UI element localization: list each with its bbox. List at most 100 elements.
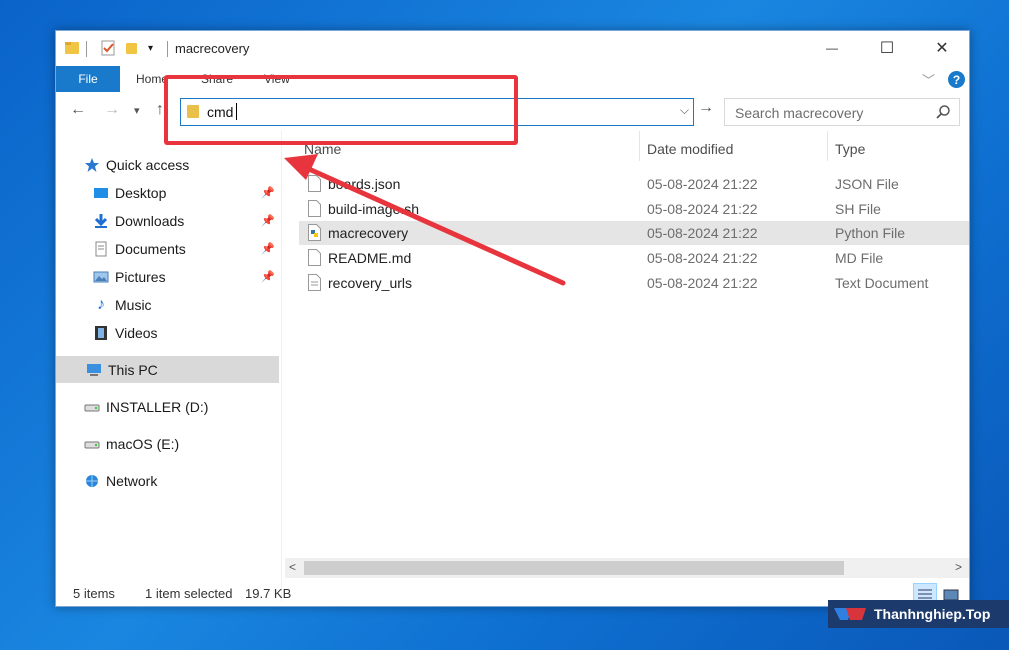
close-icon: ✕ [935,40,949,57]
sidebar-item-label: Quick access [106,157,190,173]
sidebar-item-label: Pictures [115,269,166,285]
up-arrow-icon[interactable]: ↑ [156,101,164,119]
sidebar-item-label: Music [115,297,152,313]
column-divider[interactable] [639,131,640,161]
customize-toolbar-icon[interactable]: ▾ [148,43,153,54]
file-date: 05-08-2024 21:22 [647,250,758,266]
maximize-button[interactable]: ☐ [864,31,910,65]
forward-arrow-icon[interactable]: → [104,101,120,119]
pictures-icon [93,269,109,285]
sidebar-item-music[interactable]: ♪ Music [93,293,152,317]
selection-count: 1 item selected [145,586,233,601]
sidebar-item-this-pc[interactable]: This PC [56,356,279,383]
sidebar-item-pictures[interactable]: Pictures [93,265,166,289]
file-type: MD File [835,250,884,266]
file-icon [308,249,321,266]
search-box[interactable] [724,98,960,126]
minimize-button[interactable]: — [809,31,855,65]
pin-icon[interactable]: 📌 [261,186,275,199]
horizontal-scrollbar[interactable]: < > [285,558,969,578]
drive-icon [84,399,100,415]
expand-ribbon-icon[interactable]: ﹀ [922,70,935,89]
scroll-right-icon[interactable]: > [955,560,962,574]
file-name: README.md [328,250,412,266]
file-explorer-window: ▾ macrecovery — ☐ ✕ File Home Share View… [55,30,970,607]
text-file-icon [308,274,321,291]
sidebar-item-macos-drive[interactable]: macOS (E:) [84,432,179,456]
sidebar-item-videos[interactable]: Videos [93,321,158,345]
scrollbar-thumb[interactable] [304,561,844,575]
file-date: 05-08-2024 21:22 [647,225,758,241]
maximize-icon: ☐ [879,40,895,57]
tab-file[interactable]: File [56,66,120,92]
file-type: SH File [835,201,881,217]
file-row[interactable]: build-image.sh 05-08-2024 21:22 SH File [299,197,969,221]
computer-icon [86,362,102,378]
sidebar-item-label: This PC [108,361,158,378]
go-arrow-icon[interactable]: → [698,99,714,117]
sidebar-item-downloads[interactable]: Downloads [93,209,184,233]
file-name: build-image.sh [328,201,420,217]
music-icon: ♪ [97,296,105,313]
network-icon [84,473,100,489]
sidebar-item-installer-drive[interactable]: INSTALLER (D:) [84,395,208,419]
file-name: boards.json [328,176,401,192]
close-button[interactable]: ✕ [919,31,965,65]
file-type: Text Document [835,275,929,291]
pin-icon[interactable]: 📌 [261,214,275,227]
file-type: Python File [835,225,906,241]
column-divider[interactable] [827,131,828,161]
python-file-icon [308,224,321,241]
file-date: 05-08-2024 21:22 [647,201,758,217]
videos-icon [93,325,109,341]
help-icon[interactable]: ? [948,71,965,88]
file-date: 05-08-2024 21:22 [647,275,758,291]
sidebar-item-label: Documents [115,241,186,257]
sidebar-item-label: Downloads [115,213,185,229]
sidebar-item-desktop[interactable]: Desktop [93,181,166,205]
documents-icon [93,241,109,257]
sidebar-item-network[interactable]: Network [84,469,157,493]
file-name: macrecovery [328,225,409,241]
watermark: Thanhnghiep.Top [828,600,1009,628]
annotation-highlight-box [164,75,518,145]
file-date: 05-08-2024 21:22 [647,176,758,192]
drive-icon [84,436,100,452]
file-row[interactable]: README.md 05-08-2024 21:22 MD File [299,246,969,270]
file-name: recovery_urls [328,275,413,291]
pin-icon[interactable]: 📌 [261,270,275,283]
search-icon [936,105,950,119]
sidebar-item-label: Videos [115,325,158,341]
watermark-logo [832,604,868,624]
new-folder-icon[interactable] [124,40,140,59]
item-count: 5 items [73,586,115,601]
file-row[interactable]: macrecovery 05-08-2024 21:22 Python File [299,221,969,245]
file-row[interactable]: recovery_urls 05-08-2024 21:22 Text Docu… [299,271,969,295]
desktop-icon [93,185,109,201]
divider [86,41,87,57]
back-arrow-icon[interactable]: ← [70,101,86,119]
sidebar-item-documents[interactable]: Documents [93,237,186,261]
star-icon [84,157,100,173]
selection-size: 19.7 KB [245,586,292,601]
minimize-icon: — [826,41,838,55]
chevron-down-icon[interactable]: ⌵ [680,103,689,118]
title-bar: ▾ macrecovery — ☐ ✕ [56,31,969,65]
file-row[interactable]: boards.json 05-08-2024 21:22 JSON File [299,172,969,196]
sidebar-item-label: Desktop [115,185,167,201]
file-icon [308,200,321,217]
scroll-left-icon[interactable]: < [289,560,296,574]
properties-icon[interactable] [100,40,116,59]
search-input[interactable] [733,103,927,123]
sidebar-item-quick-access[interactable]: Quick access [84,153,189,177]
sidebar-item-label: macOS (E:) [106,436,180,452]
divider [167,41,168,57]
pin-icon[interactable]: 📌 [261,242,275,255]
download-icon [93,213,109,229]
file-icon [308,175,321,192]
recent-locations-icon[interactable]: ▾ [134,104,140,117]
sidebar-item-label: INSTALLER (D:) [106,399,209,415]
sidebar-item-label: Network [106,473,158,489]
folder-icon [64,40,80,59]
pane-divider[interactable] [281,131,282,601]
